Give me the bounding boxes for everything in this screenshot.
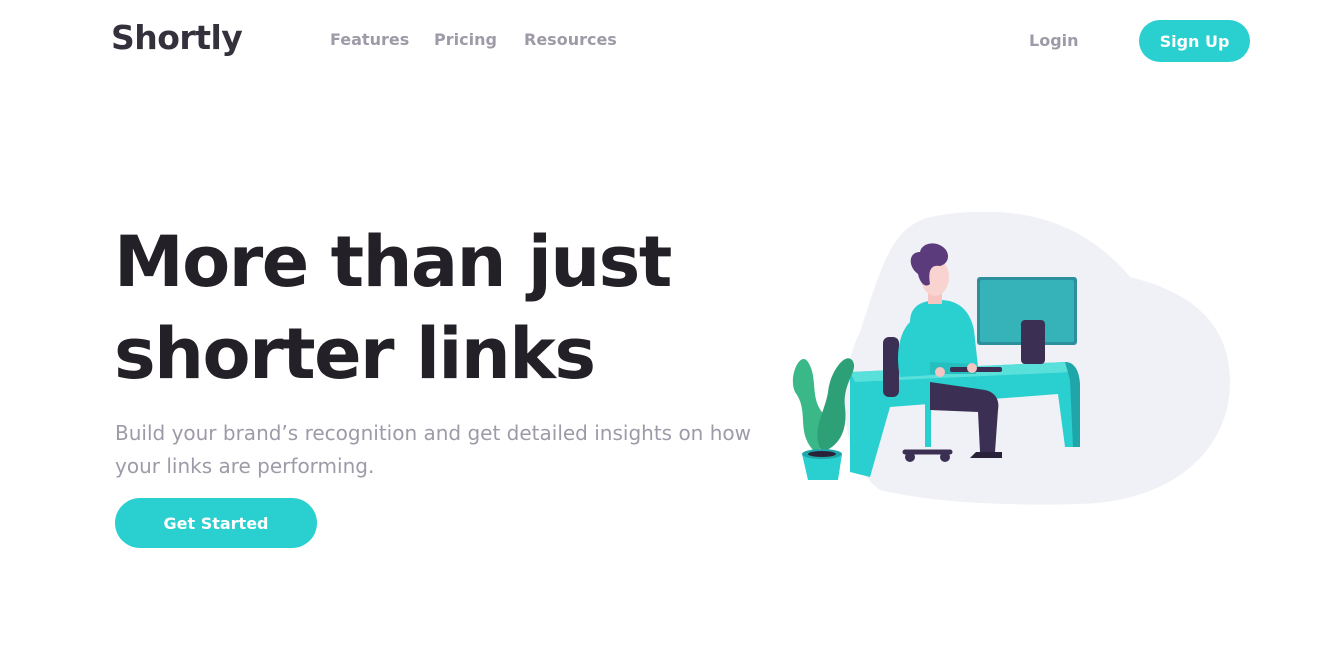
- login-link[interactable]: Login: [1029, 31, 1079, 50]
- nav-features[interactable]: Features: [330, 30, 409, 49]
- working-illustration: [792, 212, 1230, 505]
- hero-title: More than just shorter links: [114, 216, 814, 400]
- get-started-button[interactable]: Get Started: [115, 498, 317, 548]
- hero-title-line-1: More than just: [114, 221, 672, 303]
- hero-subtitle: Build your brand’s recognition and get d…: [115, 421, 751, 478]
- logo[interactable]: Shortly: [111, 18, 243, 57]
- chair-back: [883, 337, 899, 397]
- signup-button[interactable]: Sign Up: [1139, 20, 1250, 62]
- monitor-stand: [1021, 320, 1045, 364]
- landing-page: Shortly Features Pricing Resources Login…: [0, 0, 1341, 647]
- nav-resources[interactable]: Resources: [524, 30, 617, 49]
- nav-pricing[interactable]: Pricing: [434, 30, 497, 49]
- hero-title-line-2: shorter links: [114, 313, 596, 395]
